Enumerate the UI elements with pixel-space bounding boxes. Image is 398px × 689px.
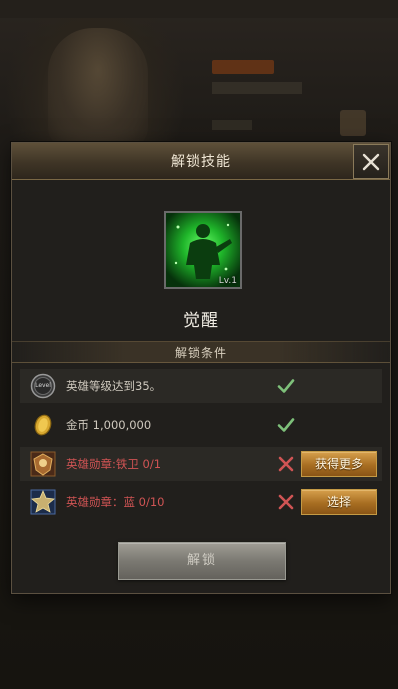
background-text-line: [212, 82, 302, 94]
level-badge-label: Level: [35, 382, 51, 389]
background-icon: [340, 110, 366, 136]
cross-icon: [278, 456, 294, 472]
background-text-line: [212, 120, 252, 130]
get-more-button[interactable]: 获得更多: [301, 451, 377, 477]
background-top-bar: [0, 0, 398, 18]
cross-icon: [278, 494, 294, 510]
background-hero-portrait: [48, 28, 148, 148]
background-tag: [212, 60, 274, 74]
check-icon: [277, 379, 295, 393]
condition-text: 英雄勋章：蓝 0/10: [66, 495, 165, 509]
conditions-header: 解锁条件: [12, 341, 390, 363]
skill-level-label: Lv.1: [218, 276, 237, 286]
condition-text: 金币 1,000,000: [66, 418, 152, 432]
condition-row-gold: 金币 1,000,000: [20, 408, 382, 442]
medal-iron-guard-icon: [30, 451, 56, 477]
condition-row-medal-iron-guard: 英雄勋章:铁卫 0/1 获得更多: [20, 447, 382, 481]
condition-text: 英雄勋章:铁卫 0/1: [66, 457, 162, 471]
conditions-title: 解锁条件: [174, 345, 227, 360]
skill-icon-frame: Lv.1: [164, 211, 242, 289]
condition-row-medal-blue: 英雄勋章：蓝 0/10 选择: [20, 485, 382, 519]
dialog-header: 解锁技能: [12, 143, 390, 180]
skill-name: 觉醒: [183, 311, 219, 331]
gold-coin-icon: [34, 414, 52, 436]
medal-blue-icon: [30, 489, 56, 515]
condition-row-hero-level: Level 英雄等级达到35。: [20, 369, 382, 403]
select-button[interactable]: 选择: [301, 489, 377, 515]
dialog-title: 解锁技能: [171, 154, 231, 170]
unlock-button[interactable]: 解锁: [118, 542, 286, 580]
check-icon: [277, 418, 295, 432]
close-icon: [362, 153, 380, 170]
close-button[interactable]: [353, 144, 389, 179]
condition-text: 英雄等级达到35。: [66, 379, 162, 393]
unlock-skill-dialog: 解锁技能 Lv.1 觉醒 解锁条件 Level 英雄等级达到35。 金币 1,0…: [11, 142, 391, 594]
